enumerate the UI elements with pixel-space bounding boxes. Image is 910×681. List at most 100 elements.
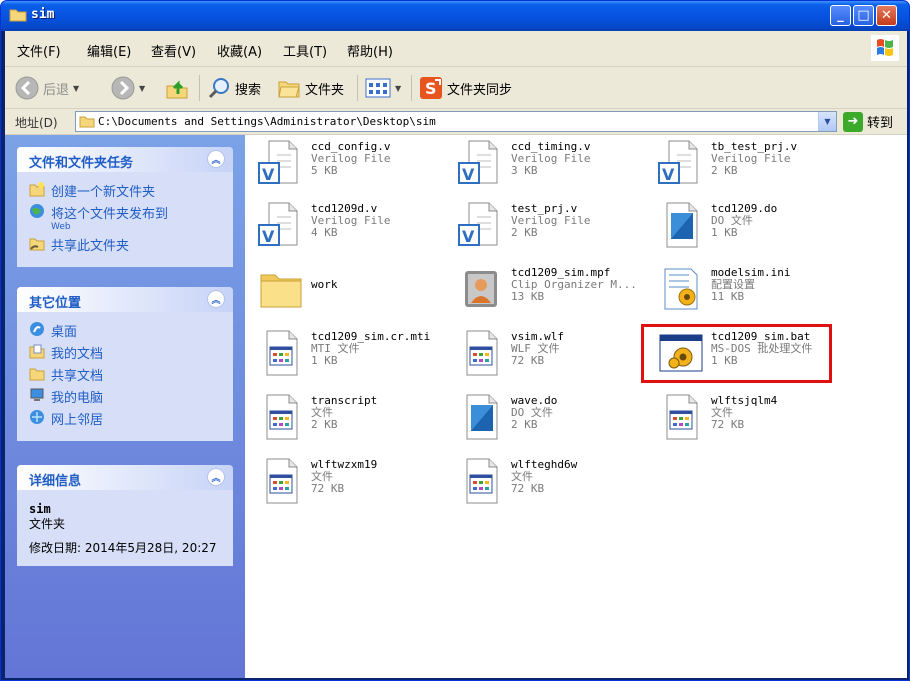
- minimize-button[interactable]: _: [830, 5, 851, 26]
- menu-view[interactable]: 查看(V): [151, 41, 196, 60]
- maximize-button[interactable]: □: [853, 5, 874, 26]
- collapse-icon[interactable]: ︽: [207, 290, 225, 308]
- svg-text:S: S: [425, 79, 437, 98]
- task-share-folder[interactable]: 共享此文件夹: [29, 235, 223, 254]
- folder-icon: [257, 265, 305, 313]
- generic-file-icon: [257, 457, 305, 505]
- details-item-type: 文件夹: [29, 517, 66, 531]
- file-size: 2 KB: [511, 418, 538, 431]
- task-new-folder[interactable]: 创建一个新文件夹: [29, 181, 223, 200]
- file-size: 2 KB: [711, 164, 738, 177]
- file-info: work: [311, 279, 338, 291]
- place-network[interactable]: 网上邻居: [29, 409, 223, 428]
- do-file-icon: [657, 201, 705, 249]
- file-size: 72 KB: [311, 482, 345, 495]
- folder-icon: [79, 116, 95, 128]
- file-list: Vccd_config.v Verilog File 5 KB Vccd_timing…: [245, 135, 907, 678]
- title-bar[interactable]: sim _ □ ✕: [1, 1, 909, 31]
- file-item[interactable]: modelsim.ini 配置设置 11 KB: [647, 261, 847, 321]
- search-button[interactable]: 搜索: [207, 75, 261, 101]
- file-item[interactable]: tcd1209.do DO 文件 1 KB: [647, 197, 847, 257]
- go-button[interactable]: ➜ 转到: [843, 111, 893, 132]
- file-item[interactable]: wave.do DO 文件 2 KB: [447, 389, 647, 449]
- folder-sync-button[interactable]: S 文件夹同步: [419, 75, 512, 101]
- network-icon: [30, 410, 44, 424]
- file-name: work: [311, 278, 338, 291]
- file-item[interactable]: transcript 文件 2 KB: [247, 389, 447, 449]
- up-folder-icon: [166, 80, 188, 99]
- file-size: 2 KB: [511, 226, 538, 239]
- file-item[interactable]: Vccd_config.v Verilog File 5 KB: [247, 135, 447, 195]
- chevron-down-icon: ▼: [73, 83, 80, 93]
- place-my-computer[interactable]: 我的电脑: [29, 387, 223, 406]
- file-item[interactable]: vsim.wlf WLF 文件 72 KB: [447, 325, 647, 385]
- close-button[interactable]: ✕: [876, 5, 897, 26]
- maximize-icon: □: [857, 8, 870, 23]
- file-item[interactable]: Vccd_timing.v Verilog File 3 KB: [447, 135, 647, 195]
- my-documents-icon: [29, 344, 45, 359]
- views-button[interactable]: ▼: [365, 75, 401, 101]
- menu-bar: 文件(F) 编辑(E) 查看(V) 收藏(A) 工具(T) 帮助(H): [5, 31, 907, 67]
- verilog-file-icon: V: [257, 139, 305, 187]
- file-info: tcd1209_sim.mpf Clip Organizer M... 13 KB: [511, 267, 637, 303]
- folders-button[interactable]: 文件夹: [277, 75, 344, 101]
- details-modified-date: 修改日期: 2014年5月28日, 20:27: [29, 541, 217, 555]
- task-publish-web[interactable]: 将这个文件夹发布到 Web: [29, 203, 223, 232]
- file-item[interactable]: Vtb_test_prj.v Verilog File 2 KB: [647, 135, 847, 195]
- forward-arrow-icon: [111, 76, 135, 100]
- file-item[interactable]: Vtest_prj.v Verilog File 2 KB: [447, 197, 647, 257]
- details-body: sim 文件夹 修改日期: 2014年5月28日, 20:27: [17, 490, 233, 566]
- file-size: 1 KB: [311, 354, 338, 367]
- address-bar: 地址(D) C:\Documents and Settings\Administ…: [5, 109, 907, 135]
- place-shared-documents[interactable]: 共享文档: [29, 365, 223, 384]
- task-pane: 文件和文件夹任务 ︽ 创建一个新文件夹 将这个文件夹发布到Web 共享此文件夹: [5, 135, 245, 678]
- back-button[interactable]: 后退 ▼: [15, 75, 79, 101]
- details-item-name: sim: [29, 502, 51, 516]
- generic-file-icon: [457, 457, 505, 505]
- verilog-file-icon: V: [657, 139, 705, 187]
- search-icon: [208, 78, 229, 99]
- file-item[interactable]: Vtcd1209d.v Verilog File 4 KB: [247, 197, 447, 257]
- file-item[interactable]: wlftsjqlm4 文件 72 KB: [647, 389, 847, 449]
- window-title: sim: [31, 7, 55, 22]
- details-panel: 详细信息 ︽ sim 文件夹 修改日期: 2014年5月28日, 20:27: [17, 465, 233, 566]
- menu-favorites[interactable]: 收藏(A): [217, 41, 262, 60]
- file-info: ccd_timing.v Verilog File 3 KB: [511, 141, 590, 177]
- file-info: vsim.wlf WLF 文件 72 KB: [511, 331, 564, 367]
- file-item[interactable]: wlftwzxm19 文件 72 KB: [247, 453, 447, 513]
- file-item[interactable]: tcd1209_sim.cr.mti MTI 文件 1 KB: [247, 325, 447, 385]
- menu-edit[interactable]: 编辑(E): [87, 41, 131, 60]
- go-arrow-icon: ➜: [843, 111, 863, 132]
- folders-icon: [278, 81, 300, 98]
- collapse-icon[interactable]: ︽: [207, 150, 225, 168]
- menu-file[interactable]: 文件(F): [17, 41, 61, 60]
- minimize-icon: _: [837, 8, 844, 23]
- file-info: wlftsjqlm4 文件 72 KB: [711, 395, 777, 431]
- verilog-file-icon: V: [257, 201, 305, 249]
- file-size: 72 KB: [511, 482, 545, 495]
- place-my-documents[interactable]: 我的文档: [29, 343, 223, 362]
- file-item[interactable]: wlfteghd6w 文件 72 KB: [447, 453, 647, 513]
- file-item[interactable]: work: [247, 261, 447, 321]
- menu-help[interactable]: 帮助(H): [347, 41, 393, 60]
- svg-text:V: V: [462, 165, 475, 184]
- place-desktop[interactable]: 桌面: [29, 321, 223, 340]
- file-info: transcript 文件 2 KB: [311, 395, 377, 431]
- file-info: wlfteghd6w 文件 72 KB: [511, 459, 577, 495]
- up-folder-button[interactable]: [165, 75, 189, 101]
- file-size: 72 KB: [511, 354, 545, 367]
- chevron-down-icon: ▼: [395, 83, 402, 93]
- address-dropdown-button[interactable]: ▼: [818, 112, 836, 131]
- collapse-icon[interactable]: ︽: [207, 468, 225, 486]
- details-header[interactable]: 详细信息 ︽: [17, 465, 233, 490]
- forward-button[interactable]: ▼: [111, 75, 145, 101]
- other-places-header[interactable]: 其它位置 ︽: [17, 287, 233, 312]
- address-input[interactable]: C:\Documents and Settings\Administrator\…: [75, 111, 837, 132]
- file-item[interactable]: tcd1209_sim.mpf Clip Organizer M... 13 KB: [447, 261, 647, 321]
- file-tasks-header[interactable]: 文件和文件夹任务 ︽: [17, 147, 233, 172]
- file-info: tcd1209_sim.cr.mti MTI 文件 1 KB: [311, 331, 430, 367]
- folder-icon: [9, 9, 27, 22]
- explorer-window: sim _ □ ✕ 文件(F) 编辑(E) 查看(V) 收藏(A) 工具(T) …: [0, 0, 910, 681]
- file-size: 3 KB: [511, 164, 538, 177]
- menu-tools[interactable]: 工具(T): [283, 41, 327, 60]
